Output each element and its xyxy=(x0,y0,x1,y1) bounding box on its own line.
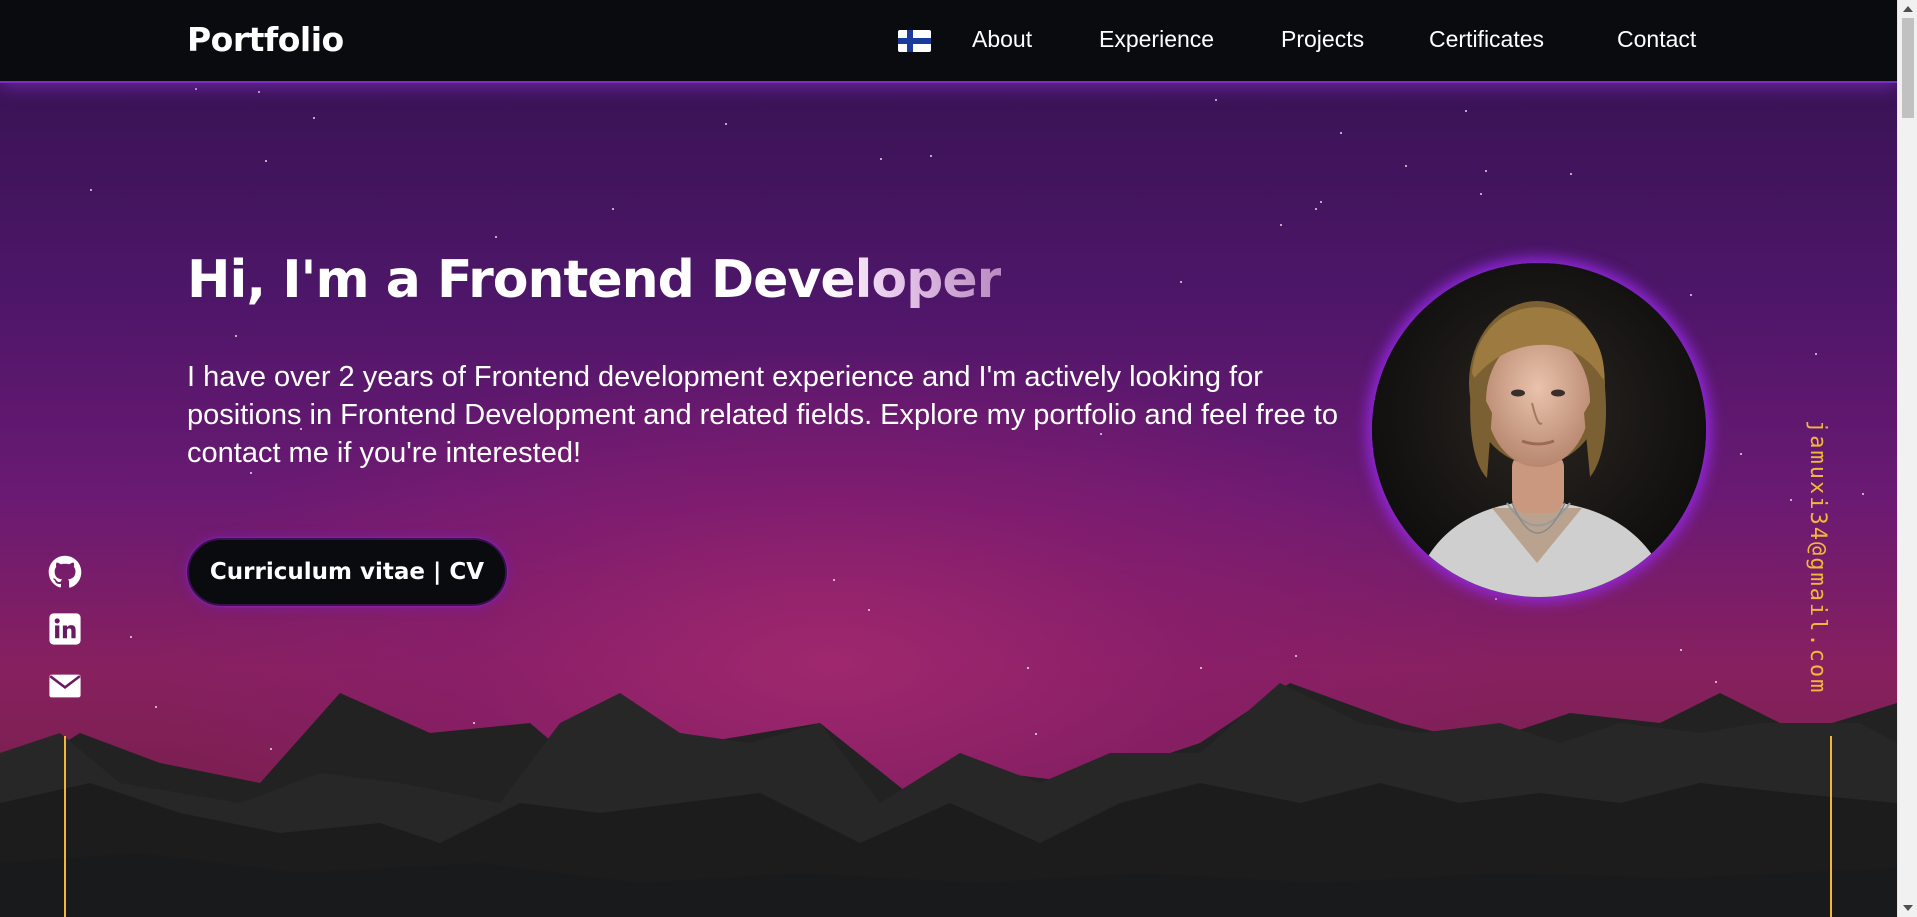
nav-projects[interactable]: Projects xyxy=(1281,26,1364,53)
scrollbar-thumb[interactable] xyxy=(1902,18,1914,118)
nav-about[interactable]: About xyxy=(972,26,1032,53)
hero-description: I have over 2 years of Frontend developm… xyxy=(187,361,1338,469)
finland-flag-icon[interactable] xyxy=(898,30,931,52)
nav-certificates[interactable]: Certificates xyxy=(1429,26,1544,53)
github-icon[interactable] xyxy=(48,555,82,589)
cv-button[interactable]: Curriculum vitae | CV xyxy=(187,538,507,606)
linkedin-icon[interactable] xyxy=(48,612,82,646)
page: Portfolio About Experience Projects Cert… xyxy=(0,0,1897,917)
scroll-up-arrow-icon[interactable] xyxy=(1903,6,1913,12)
avatar xyxy=(1372,263,1706,597)
main-nav: About Experience Projects Certificates C… xyxy=(0,26,1897,58)
scroll-down-arrow-icon[interactable] xyxy=(1903,905,1913,911)
hero-title: Hi, I'm a Frontend Developer xyxy=(187,250,1002,310)
hero-title-solid: Hi, I'm a Frontend Dev xyxy=(187,250,821,310)
site-header: Portfolio About Experience Projects Cert… xyxy=(0,0,1897,83)
portrait-image xyxy=(1372,263,1706,597)
hero-title-fade: eloper xyxy=(820,250,1002,310)
email-link[interactable]: jamuxi34@gmail.com xyxy=(1805,420,1830,694)
social-divider-line xyxy=(64,736,66,917)
scrollbar[interactable] xyxy=(1897,0,1917,917)
nav-contact[interactable]: Contact xyxy=(1617,26,1696,53)
email-divider-line xyxy=(1830,736,1832,917)
nav-experience[interactable]: Experience xyxy=(1099,26,1214,53)
mail-icon[interactable] xyxy=(48,669,82,703)
